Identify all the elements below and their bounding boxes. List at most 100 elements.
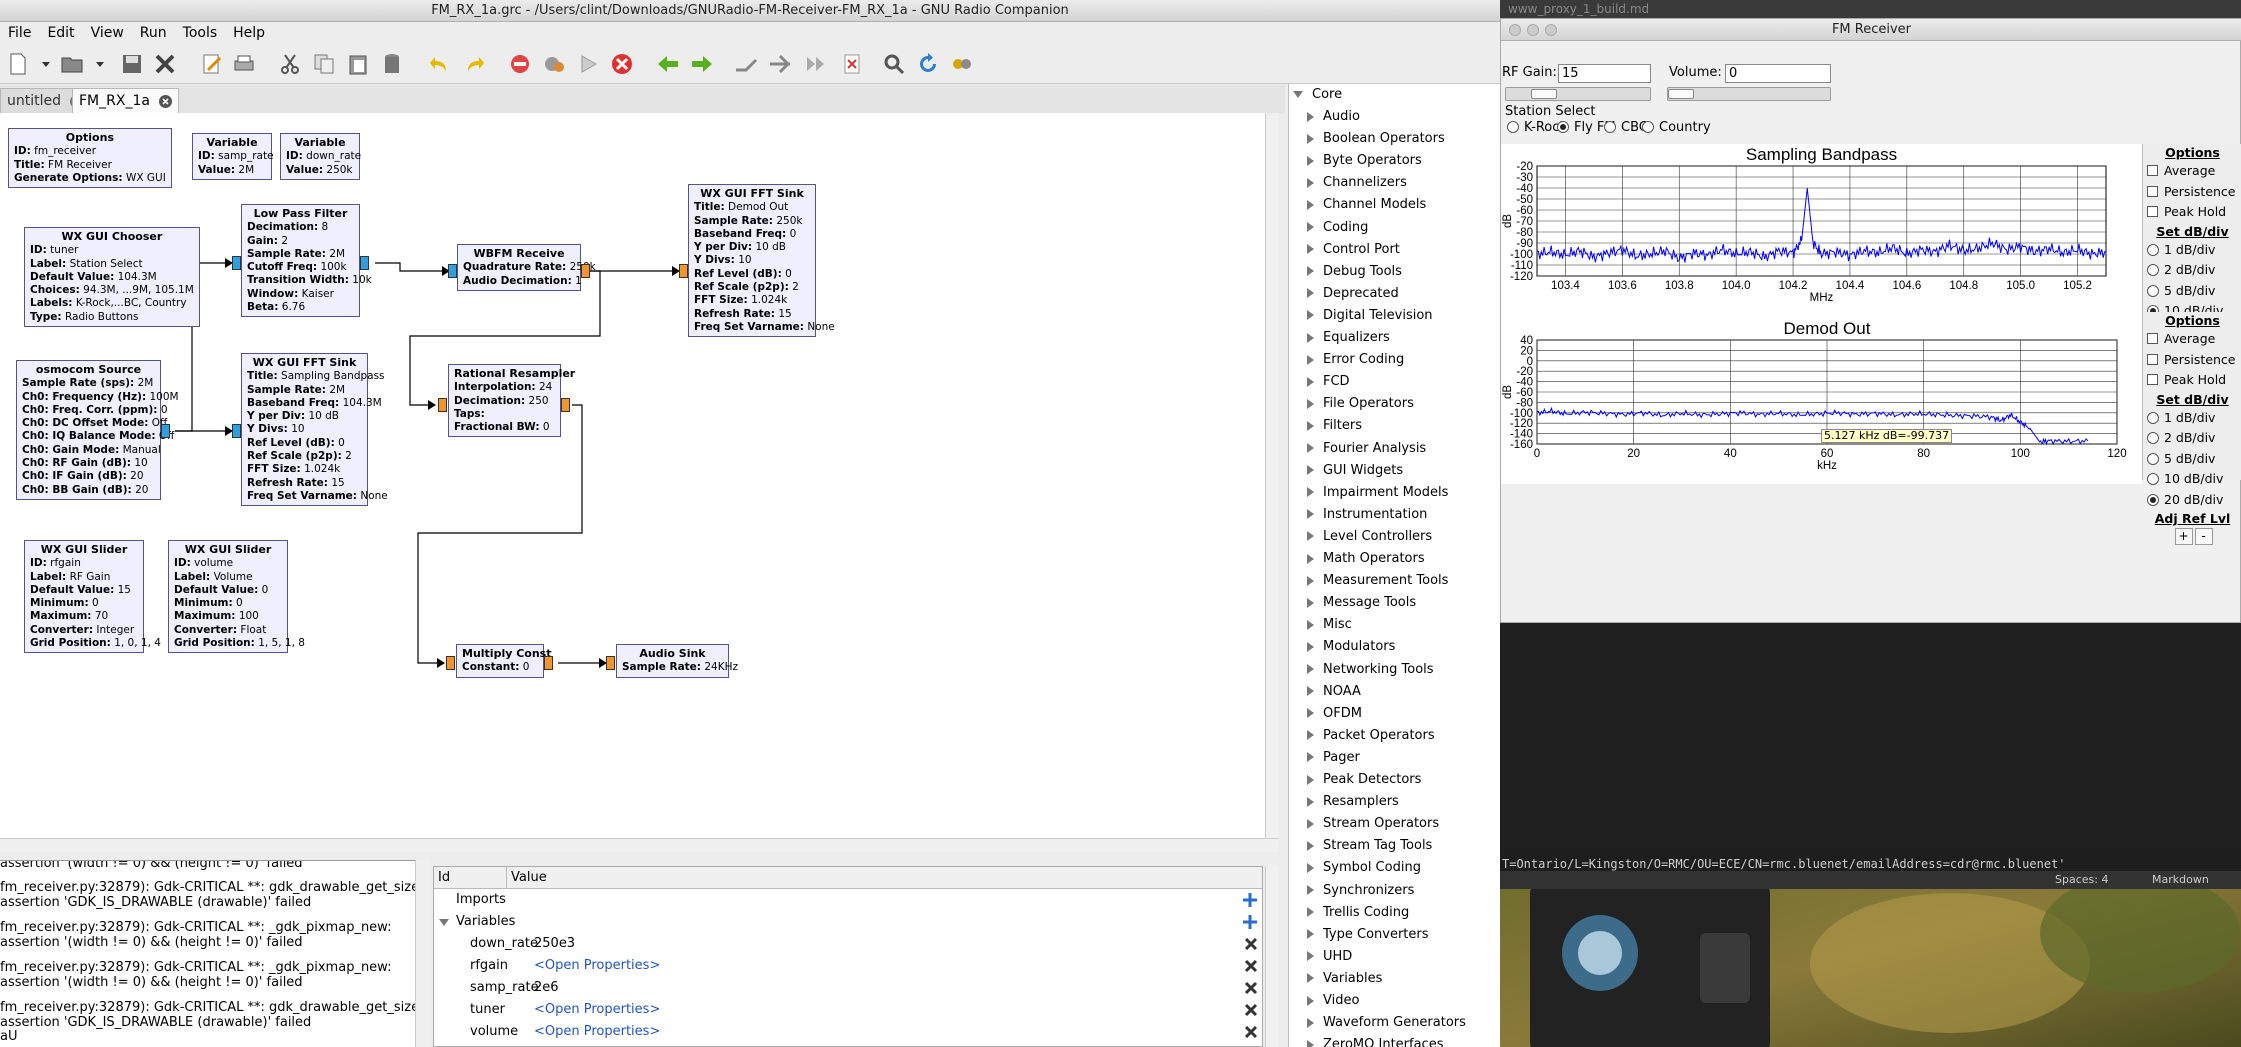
tree-item-variables[interactable]: Variables xyxy=(1307,968,1382,990)
console-output[interactable]: assertion '(width != 0) && (height != 0)… xyxy=(0,860,415,1047)
copy-icon[interactable] xyxy=(312,52,336,76)
ref-plus-button[interactable]: + xyxy=(2174,528,2193,545)
radio-circle[interactable] xyxy=(2147,243,2159,256)
variable-row[interactable]: samp_rate 2e6 xyxy=(434,977,1262,999)
block-fft-sink-sampling[interactable]: WX GUI FFT Sink Title: Sampling Bandpass… xyxy=(241,353,388,507)
delete-variable-icon[interactable] xyxy=(1244,981,1258,995)
dropdown-icon[interactable] xyxy=(88,52,104,76)
slider-knob[interactable] xyxy=(1531,89,1558,99)
tree-item-modulators[interactable]: Modulators xyxy=(1307,636,1395,658)
menu-view[interactable]: View xyxy=(83,22,132,44)
tree-item-audio[interactable]: Audio xyxy=(1307,106,1360,128)
db-div-radio[interactable]: 2 dB/div xyxy=(2143,260,2241,281)
bypass-icon[interactable] xyxy=(542,52,566,76)
delete-icon[interactable] xyxy=(380,52,404,76)
option-checkbox[interactable]: Peak Hold xyxy=(2143,370,2241,391)
rotate-right-icon[interactable] xyxy=(690,52,714,76)
tree-item-channelizers[interactable]: Channelizers xyxy=(1307,172,1407,194)
tree-item-debug-tools[interactable]: Debug Tools xyxy=(1307,261,1402,283)
tree-item-control-port[interactable]: Control Port xyxy=(1307,239,1400,261)
block-fft-sink-demod[interactable]: WX GUI FFT Sink Title: Demod Out Sample … xyxy=(688,184,835,338)
tree-item-misc[interactable]: Misc xyxy=(1307,614,1352,636)
checkbox-box[interactable] xyxy=(2147,165,2158,176)
tree-item-waveform-generators[interactable]: Waveform Generators xyxy=(1307,1012,1466,1034)
add-variable-icon[interactable] xyxy=(1242,914,1258,930)
delete-variable-icon[interactable] xyxy=(1244,959,1258,973)
canvas-vertical-scrollbar[interactable] xyxy=(1265,113,1279,838)
delete-variable-icon[interactable] xyxy=(1244,937,1258,951)
radio-circle[interactable] xyxy=(2147,284,2159,297)
tree-item-channel-models[interactable]: Channel Models xyxy=(1307,194,1426,216)
rotate-left-icon[interactable] xyxy=(656,52,680,76)
db-div-radio[interactable]: 2 dB/div xyxy=(2143,428,2241,449)
option-checkbox[interactable]: Average xyxy=(2143,329,2241,350)
tree-item-fourier-analysis[interactable]: Fourier Analysis xyxy=(1307,438,1426,460)
variable-row[interactable]: tuner <Open Properties> xyxy=(434,999,1262,1021)
tree-item-deprecated[interactable]: Deprecated xyxy=(1307,283,1399,305)
row-imports[interactable]: Imports xyxy=(434,889,1262,911)
radio-circle[interactable] xyxy=(1604,121,1616,133)
redo-icon[interactable] xyxy=(462,52,486,76)
db-div-radio[interactable]: 1 dB/div xyxy=(2143,408,2241,429)
window-minimize-icon[interactable] xyxy=(1527,24,1539,36)
tree-item-boolean-operators[interactable]: Boolean Operators xyxy=(1307,128,1445,150)
delete-variable-icon[interactable] xyxy=(1244,1025,1258,1039)
print-icon[interactable] xyxy=(232,52,256,76)
db-div-radio[interactable]: 1 dB/div xyxy=(2143,240,2241,261)
block-library-tree[interactable]: Core Audio Boolean Operators Byte Operator… xyxy=(1288,84,1500,1047)
tree-item-math-operators[interactable]: Math Operators xyxy=(1307,548,1425,570)
enable-block-icon[interactable] xyxy=(768,52,792,76)
port-in[interactable] xyxy=(232,424,241,438)
tree-item-gui-widgets[interactable]: GUI Widgets xyxy=(1307,460,1403,482)
volume-slider[interactable] xyxy=(1667,87,1831,101)
variable-row[interactable]: volume <Open Properties> xyxy=(434,1021,1262,1043)
undo-icon[interactable] xyxy=(428,52,452,76)
variable-row[interactable]: rfgain <Open Properties> xyxy=(434,955,1262,977)
tree-item-uhd[interactable]: UHD xyxy=(1307,946,1352,968)
tree-item-synchronizers[interactable]: Synchronizers xyxy=(1307,880,1414,902)
block-slider-rfgain[interactable]: WX GUI Slider ID: rfgain Label: RF Gain … xyxy=(24,540,161,654)
menu-edit[interactable]: Edit xyxy=(39,22,82,44)
open-icon[interactable] xyxy=(60,52,84,76)
variables-scrollbar[interactable] xyxy=(1265,866,1279,1047)
variable-value[interactable]: <Open Properties> xyxy=(534,955,660,977)
menu-file[interactable]: File xyxy=(0,22,39,44)
port-in[interactable] xyxy=(679,264,688,278)
dropdown-icon[interactable] xyxy=(34,52,50,76)
tree-item-core[interactable]: Core xyxy=(1293,84,1342,106)
checkbox-box[interactable] xyxy=(2147,206,2158,217)
bypass-block-icon[interactable] xyxy=(804,52,828,76)
port-in[interactable] xyxy=(448,264,457,278)
variable-value[interactable]: <Open Properties> xyxy=(534,1021,660,1043)
find-icon[interactable] xyxy=(882,52,906,76)
close-icon[interactable] xyxy=(153,52,177,76)
tree-item-peak-detectors[interactable]: Peak Detectors xyxy=(1307,769,1421,791)
new-icon[interactable] xyxy=(6,52,30,76)
tab-close-icon[interactable] xyxy=(158,95,172,108)
port-out[interactable] xyxy=(360,256,369,270)
db-div-radio[interactable]: 5 dB/div xyxy=(2143,281,2241,302)
block-slider-volume[interactable]: WX GUI Slider ID: volume Label: Volume D… xyxy=(168,540,305,654)
window-close-icon[interactable] xyxy=(1509,24,1521,36)
option-checkbox[interactable]: Average xyxy=(2143,161,2241,182)
tree-item-level-controllers[interactable]: Level Controllers xyxy=(1307,526,1432,548)
radio-circle[interactable] xyxy=(2147,452,2159,465)
variable-row[interactable]: down_rate 250e3 xyxy=(434,933,1262,955)
save-icon[interactable] xyxy=(120,52,144,76)
tree-item-file-operators[interactable]: File Operators xyxy=(1307,393,1414,415)
edit-icon[interactable] xyxy=(200,52,224,76)
tree-item-stream-tag-tools[interactable]: Stream Tag Tools xyxy=(1307,835,1432,857)
tab-fm-rx-1a[interactable]: FM_RX_1a xyxy=(72,88,179,113)
radio-circle[interactable] xyxy=(2147,432,2159,444)
radio-circle[interactable] xyxy=(1507,121,1519,133)
radio-circle[interactable] xyxy=(2147,264,2159,276)
tree-item-impairment-models[interactable]: Impairment Models xyxy=(1307,482,1448,504)
flowgraph-canvas[interactable]: Options ID: fm_receiver Title: FM Receiv… xyxy=(0,113,1265,838)
status-spaces[interactable]: Spaces: 4 xyxy=(2055,871,2108,889)
tree-item-byte-operators[interactable]: Byte Operators xyxy=(1307,150,1422,172)
radio-circle[interactable] xyxy=(2147,473,2159,485)
column-value[interactable]: Value xyxy=(506,867,547,889)
tree-item-coding[interactable]: Coding xyxy=(1307,217,1368,239)
option-checkbox[interactable]: Persistence xyxy=(2143,350,2241,371)
tree-item-pager[interactable]: Pager xyxy=(1307,747,1360,769)
